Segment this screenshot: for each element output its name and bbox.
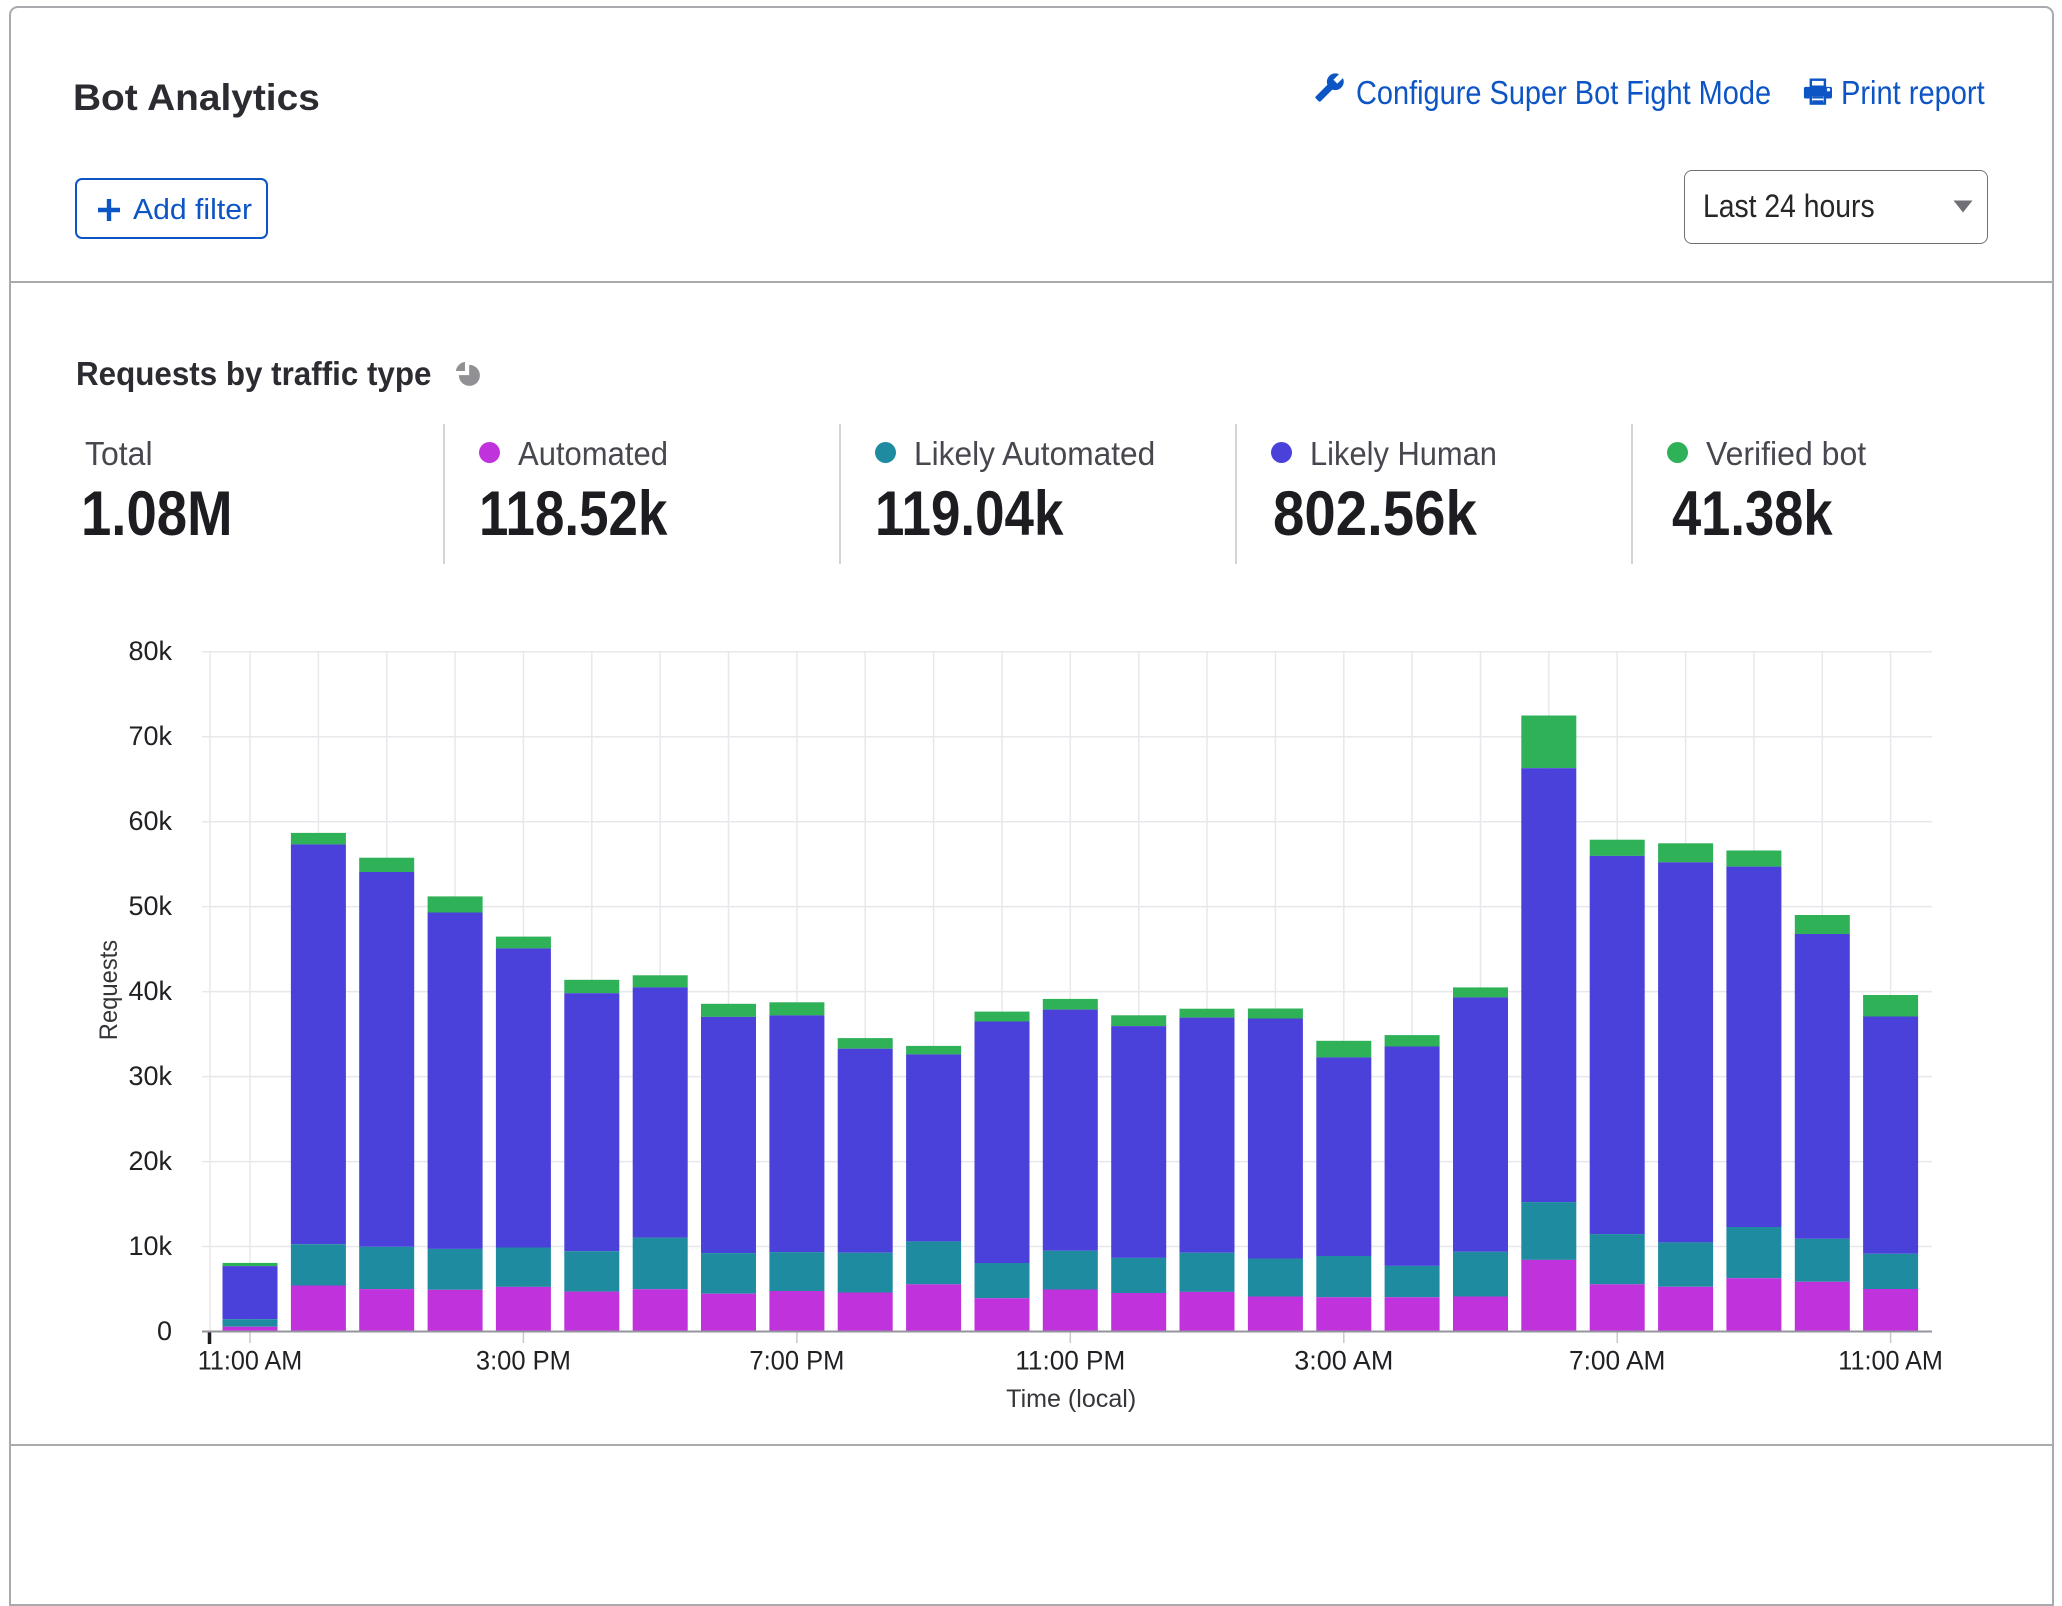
svg-text:0: 0	[157, 1316, 172, 1346]
svg-text:11:00 AM: 11:00 AM	[198, 1345, 303, 1375]
svg-text:80k: 80k	[128, 636, 172, 666]
svg-text:40k: 40k	[128, 976, 172, 1006]
svg-text:3:00 PM: 3:00 PM	[476, 1345, 571, 1375]
svg-text:60k: 60k	[128, 806, 172, 836]
svg-text:11:00 AM: 11:00 AM	[1838, 1345, 1943, 1375]
svg-text:Time (local): Time (local)	[1006, 1385, 1136, 1413]
svg-text:30k: 30k	[128, 1061, 172, 1091]
svg-text:20k: 20k	[128, 1146, 172, 1176]
svg-text:7:00 AM: 7:00 AM	[1569, 1345, 1666, 1375]
svg-text:3:00 AM: 3:00 AM	[1294, 1345, 1393, 1375]
svg-text:50k: 50k	[128, 891, 172, 921]
svg-text:11:00 PM: 11:00 PM	[1015, 1345, 1125, 1375]
svg-text:Requests: Requests	[95, 940, 123, 1040]
svg-text:7:00 PM: 7:00 PM	[749, 1345, 844, 1375]
svg-text:10k: 10k	[128, 1231, 172, 1261]
svg-text:70k: 70k	[128, 721, 172, 751]
